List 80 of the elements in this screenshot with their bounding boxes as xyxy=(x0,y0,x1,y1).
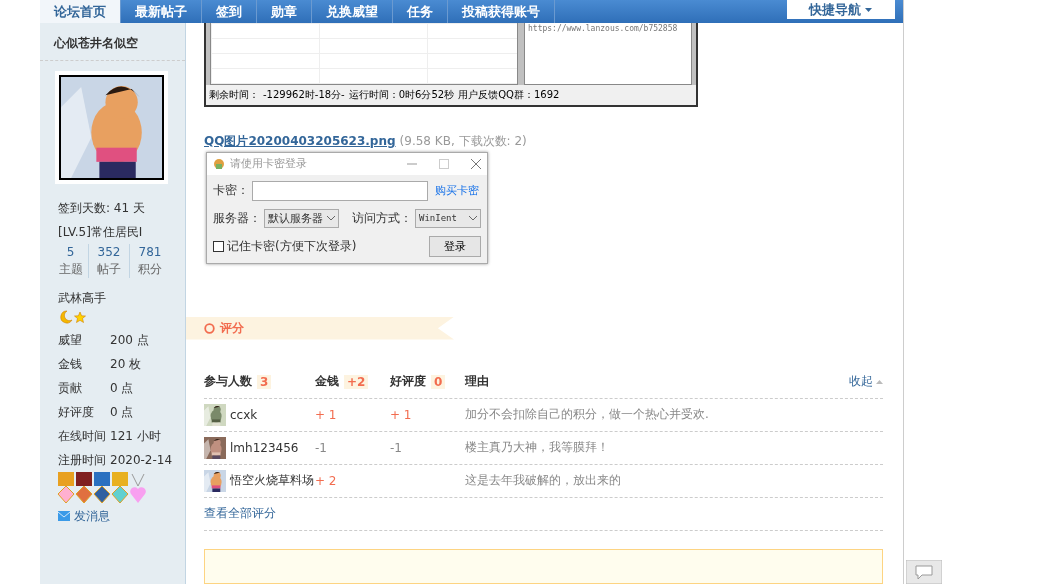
caret-up-icon xyxy=(876,379,883,384)
attachment-meta: (9.58 KB, 下载次数: 2) xyxy=(399,132,527,150)
heart-pendant-icon xyxy=(129,472,147,504)
count-badge: +2 xyxy=(344,374,369,389)
info-value: 200 点 xyxy=(110,332,149,349)
checkbox-label: 记住卡密(方便下次登录) xyxy=(227,237,357,255)
quick-nav-button[interactable]: 快捷导航 xyxy=(787,0,895,19)
status-text: 运行时间：0时6分52秒 xyxy=(348,87,455,102)
envelope-icon xyxy=(58,511,70,521)
status-text: -129962时-18分- xyxy=(263,87,345,102)
rep-value: + 1 xyxy=(390,407,413,422)
reason-text: 楼主真乃大神，我等膜拜！ xyxy=(465,439,610,457)
medal-icon xyxy=(57,472,75,504)
stat-value[interactable]: 5 xyxy=(66,244,75,260)
field-label: 访问方式： xyxy=(352,209,412,227)
money-value: -1 xyxy=(315,440,328,455)
money-value: + 1 xyxy=(315,407,338,422)
medal-icon xyxy=(111,472,129,504)
info-value: 20 枚 xyxy=(110,356,142,373)
info-label: 注册时间 xyxy=(58,452,107,469)
key-field[interactable] xyxy=(252,180,428,201)
stat-label: 主题 xyxy=(58,261,83,278)
circle-icon xyxy=(204,322,215,334)
rep-value: -1 xyxy=(390,440,403,455)
info-label: 贡献 xyxy=(58,380,83,397)
column-header: 好评度 xyxy=(390,373,426,391)
info-value: 121 小时 xyxy=(110,428,161,445)
medal-icon xyxy=(75,472,93,504)
info-label: 好评度 xyxy=(58,404,95,421)
attachment-link[interactable]: QQ图片20200403205623.png xyxy=(204,132,396,150)
count-badge: 0 xyxy=(431,374,446,389)
moon-star-icon xyxy=(58,310,88,324)
medal-icon xyxy=(93,472,111,504)
close-icon[interactable] xyxy=(471,158,481,169)
view-all-link[interactable]: 查看全部评分 xyxy=(204,497,883,531)
nav-tab[interactable]: 论坛首页 xyxy=(40,0,121,23)
info-label: 金钱 xyxy=(58,356,83,373)
username[interactable]: 心似苍井名似空 xyxy=(40,23,185,61)
reason-text: 加分不会扣除自己的积分，做一个热心并受欢. xyxy=(465,406,710,424)
access-dropdown[interactable]: WinIent xyxy=(415,208,481,228)
info-value: 0 点 xyxy=(110,404,134,421)
status-text: 用户反馈QQ群：1692 xyxy=(458,87,560,102)
user-level: [LV.5]常住居民I xyxy=(57,224,144,241)
rating-title: 评分 xyxy=(220,319,244,337)
stat-value[interactable]: 781 xyxy=(138,244,162,260)
money-value: + 2 xyxy=(315,473,338,488)
field-label: 服务器： xyxy=(213,209,261,227)
download-url: https://www.lanzous.com/b752858 xyxy=(528,24,678,33)
send-message-link[interactable]: 发消息 xyxy=(74,507,110,525)
user-rank: 武林高手 xyxy=(57,290,107,307)
chevron-down-icon xyxy=(327,215,335,221)
buy-key-link[interactable]: 购买卡密 xyxy=(435,183,479,199)
stat-label: 帖子 xyxy=(97,261,121,278)
login-button[interactable]: 登录 xyxy=(429,235,481,257)
chevron-down-icon xyxy=(469,215,477,221)
info-label: 在线时间 xyxy=(58,428,107,445)
stat-value[interactable]: 352 xyxy=(97,244,121,260)
stat-label: 积分 xyxy=(138,261,162,278)
column-header: 金钱 xyxy=(315,373,339,391)
collapse-link[interactable]: 收起 xyxy=(849,373,883,391)
window-title: 请使用卡密登录 xyxy=(230,156,307,172)
column-header: 理由 xyxy=(465,373,489,391)
user-name[interactable]: ccxk xyxy=(230,407,258,422)
caret-icon xyxy=(865,7,872,12)
status-text: 剩余时间： xyxy=(209,87,259,102)
maximize-icon[interactable] xyxy=(439,158,449,169)
info-label: 威望 xyxy=(58,332,83,349)
reason-text: 这是去年我破解的，放出来的 xyxy=(465,472,622,490)
feedback-icon[interactable] xyxy=(906,560,942,584)
server-dropdown[interactable]: 默认服务器 xyxy=(264,208,339,228)
field-label: 卡密： xyxy=(213,182,249,200)
app-icon xyxy=(213,157,225,170)
count-badge: 3 xyxy=(257,374,272,389)
info-value: 0 点 xyxy=(110,380,134,397)
remember-checkbox[interactable] xyxy=(213,240,224,252)
info-value: 2020-2-14 xyxy=(110,452,173,469)
user-name[interactable]: 悟空火烧草料场 xyxy=(230,472,314,490)
column-header: 参与人数 xyxy=(204,373,252,391)
user-name[interactable]: lmh123456 xyxy=(230,440,299,455)
checkin-days: 签到天数: 41 天 xyxy=(40,196,185,220)
